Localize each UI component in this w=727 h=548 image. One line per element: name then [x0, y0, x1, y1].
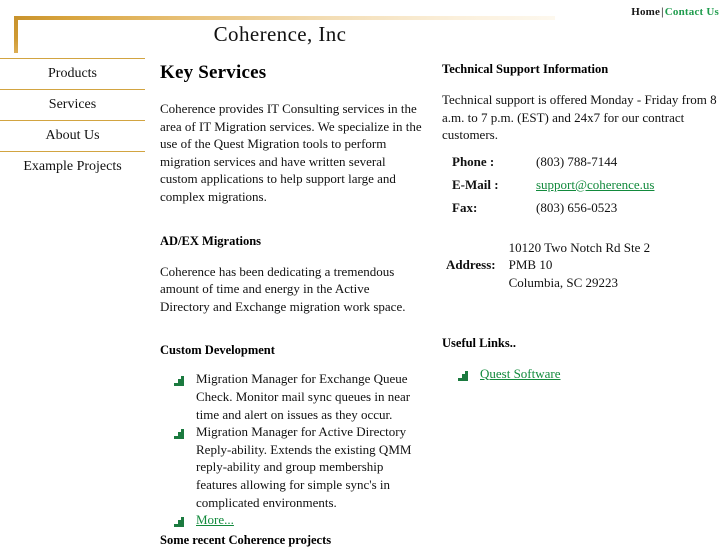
adex-migrations-heading: AD/EX Migrations — [160, 233, 262, 248]
table-row: E-Mail : support@coherence.us — [442, 177, 654, 200]
list-item: More... — [160, 511, 422, 529]
contact-value-fax: (803) 656-0523 — [536, 199, 618, 215]
address-label: Address: — [446, 257, 496, 273]
technical-support-heading: Technical Support Information — [442, 62, 609, 76]
green-corner-bullet-icon — [174, 374, 185, 387]
right-content-column: Technical Support Information Technical … — [442, 62, 720, 382]
list-item: Migration Manager for Exchange Queue Che… — [160, 370, 422, 423]
address-value: 10120 Two Notch Rd Ste 2 PMB 10 Columbia… — [508, 238, 652, 293]
list-item: Quest Software — [442, 365, 720, 383]
header-gold-rule — [14, 16, 555, 20]
list-item: Migration Manager for Active Directory R… — [160, 423, 422, 511]
top-navigation: Home|Contact Us — [631, 6, 719, 18]
recent-projects-heading: Some recent Coherence projects — [160, 533, 332, 547]
custom-development-list: Migration Manager for Exchange Queue Che… — [160, 370, 422, 528]
list-item-text: Migration Manager for Active Directory R… — [196, 424, 412, 510]
custom-development-heading: Custom Development — [160, 343, 275, 358]
contact-label-phone: Phone : — [452, 153, 495, 169]
nav-link-contact-us[interactable]: Contact Us — [665, 6, 719, 18]
sidebar: Products Services About Us Example Proje… — [0, 58, 145, 182]
nav-link-home[interactable]: Home — [631, 6, 660, 18]
contact-value-email: support@coherence.us — [536, 177, 654, 200]
key-services-intro-text: Coherence provides IT Consulting service… — [160, 101, 422, 204]
more-link[interactable]: More... — [196, 512, 234, 527]
quest-software-link[interactable]: Quest Software — [480, 366, 561, 381]
useful-links-heading: Useful Links.. — [442, 335, 516, 350]
key-services-heading: Key Services — [160, 62, 267, 83]
green-corner-bullet-icon — [458, 369, 469, 381]
green-corner-bullet-icon — [174, 515, 185, 528]
email-link[interactable]: support@coherence.us — [536, 177, 654, 192]
sidebar-item-label: Example Projects — [23, 159, 122, 174]
sidebar-item-label: About Us — [45, 128, 100, 143]
useful-links-list: Quest Software — [442, 365, 720, 383]
list-item-text: Migration Manager for Exchange Queue Che… — [196, 371, 411, 422]
sidebar-item-label: Services — [48, 97, 97, 112]
contact-details-table: Phone : (803) 788-7144 E-Mail : support@… — [442, 154, 654, 223]
main-content-column: Key Services Coherence provides IT Consu… — [160, 62, 422, 529]
sidebar-item-about-us[interactable]: About Us — [0, 120, 145, 151]
sidebar-item-products[interactable]: Products — [0, 58, 145, 89]
sidebar-item-example-projects[interactable]: Example Projects — [0, 151, 145, 182]
contact-label-email: E-Mail : — [452, 176, 499, 192]
green-corner-bullet-icon — [174, 427, 185, 440]
address-line: Columbia, SC 29223 — [508, 274, 619, 290]
adex-migrations-text: Coherence has been dedicating a tremendo… — [160, 263, 406, 314]
technical-support-text: Technical support is offered Monday - Fr… — [442, 92, 717, 143]
page-title: Coherence, Inc — [213, 22, 347, 46]
contact-value-phone: (803) 788-7144 — [536, 153, 618, 169]
address-line: 10120 Two Notch Rd Ste 2 — [508, 239, 651, 255]
address-table: Address: 10120 Two Notch Rd Ste 2 PMB 10… — [442, 238, 651, 293]
table-row: Phone : (803) 788-7144 — [442, 154, 654, 177]
contact-label-fax: Fax: — [452, 199, 478, 215]
address-line: PMB 10 — [508, 257, 553, 273]
table-row: Fax: (803) 656-0523 — [442, 200, 654, 223]
table-row: Address: 10120 Two Notch Rd Ste 2 PMB 10… — [442, 238, 651, 293]
sidebar-item-label: Products — [48, 66, 97, 81]
sidebar-item-services[interactable]: Services — [0, 89, 145, 120]
